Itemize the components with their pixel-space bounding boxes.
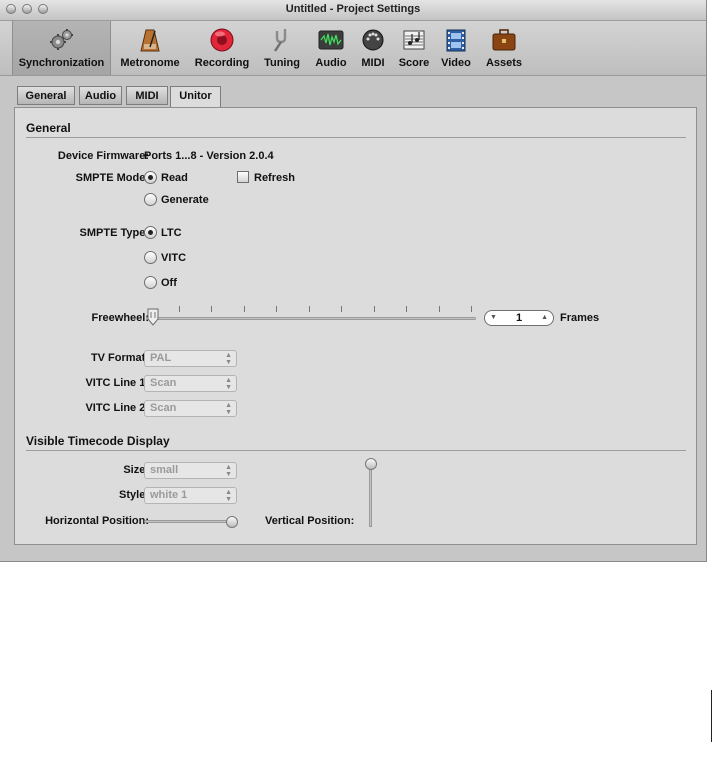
vitc-line1-label: VITC Line 1: xyxy=(85,377,149,389)
slider-tick xyxy=(244,306,245,312)
popup-arrows-icon: ▲ ▼ xyxy=(225,352,232,366)
smpte-type-vitc-label: VITC xyxy=(161,252,187,264)
stepper-value: 1 xyxy=(515,312,523,324)
tv-format-popup[interactable]: PAL ▲ ▼ xyxy=(144,350,237,367)
vitc-line1-popup[interactable]: Scan ▲ ▼ xyxy=(144,375,237,392)
gears-icon xyxy=(49,29,73,50)
smpte-mode-generate-label: Generate xyxy=(161,194,209,206)
vitc-line2-popup[interactable]: Scan ▲ ▼ xyxy=(144,400,237,417)
score-icon xyxy=(403,30,425,50)
slider-tick xyxy=(439,306,440,312)
toolbar-metronome[interactable]: Metronome xyxy=(114,21,186,75)
window-title: Untitled - Project Settings xyxy=(285,3,421,15)
size-value: small xyxy=(150,464,179,476)
freewheel-slider-track[interactable] xyxy=(146,317,476,320)
vertical-position-label: Vertical Position: xyxy=(265,515,355,527)
smpte-type-vitc-radio[interactable] xyxy=(144,251,157,264)
style-value: white 1 xyxy=(150,489,188,501)
slider-tick xyxy=(309,306,310,312)
toolbar-label: Assets xyxy=(485,57,523,69)
toolbar-assets[interactable]: Assets xyxy=(481,21,527,75)
popup-arrows-icon: ▲ ▼ xyxy=(225,464,232,478)
tab-unitor[interactable]: Unitor xyxy=(170,86,221,108)
toolbar-tuning[interactable]: Tuning xyxy=(258,21,306,75)
page-margin-rule xyxy=(711,690,712,742)
slider-tick xyxy=(341,306,342,312)
frames-unit-label: Frames xyxy=(560,312,600,324)
popup-arrows-icon: ▲ ▼ xyxy=(225,489,232,503)
toolbar-synchronization[interactable]: Synchronization xyxy=(12,21,111,75)
toolbar-label: Synchronization xyxy=(18,57,105,69)
slider-tick xyxy=(211,306,212,312)
firmware-value: Ports 1...8 - Version 2.0.4 xyxy=(144,150,274,162)
refresh-label: Refresh xyxy=(254,172,295,184)
firmware-label: Device Firmware: xyxy=(57,150,149,162)
slider-tick xyxy=(374,306,375,312)
slider-tick xyxy=(179,306,180,312)
smpte-mode-generate-radio[interactable] xyxy=(144,193,157,206)
vertical-position-thumb[interactable] xyxy=(365,458,377,470)
audio-waveform-icon xyxy=(318,30,344,50)
smpte-mode-read-radio[interactable] xyxy=(144,171,157,184)
toolbar: Synchronization Metronome Recording Tuni… xyxy=(0,21,706,76)
toolbar-label: Score xyxy=(398,57,430,69)
horizontal-position-thumb[interactable] xyxy=(226,516,238,528)
horizontal-position-label: Horizontal Position: xyxy=(45,515,149,527)
smpte-type-off-radio[interactable] xyxy=(144,276,157,289)
smpte-type-ltc-radio[interactable] xyxy=(144,226,157,239)
toolbar-label: Audio xyxy=(315,57,347,69)
smpte-type-off-label: Off xyxy=(161,277,177,289)
general-heading: General xyxy=(26,121,71,135)
slider-tick xyxy=(406,306,407,312)
smpte-mode-label: SMPTE Mode: xyxy=(75,172,149,184)
slider-tick xyxy=(276,306,277,312)
tv-format-label: TV Format: xyxy=(90,352,149,364)
toolbar-label: Recording xyxy=(194,57,250,69)
freewheel-slider-thumb[interactable] xyxy=(146,308,160,326)
horizontal-position-slider[interactable] xyxy=(144,520,236,523)
toolbar-video[interactable]: Video xyxy=(437,21,475,75)
vitc-line1-value: Scan xyxy=(150,377,177,389)
toolbar-label: Video xyxy=(441,57,471,69)
freewheel-label: Freewheel: xyxy=(91,312,149,324)
record-icon xyxy=(210,28,234,52)
midi-connector-icon xyxy=(362,29,384,51)
toolbar-midi[interactable]: MIDI xyxy=(356,21,390,75)
freewheel-frames-stepper[interactable]: ▼ 1 ▲ xyxy=(484,310,554,326)
title-bar[interactable]: Untitled - Project Settings xyxy=(0,0,706,21)
refresh-checkbox[interactable] xyxy=(237,171,249,183)
timecode-heading: Visible Timecode Display xyxy=(26,434,170,448)
general-divider xyxy=(26,137,686,138)
smpte-mode-read-label: Read xyxy=(161,172,188,184)
project-settings-window: Untitled - Project Settings Synchronizat… xyxy=(0,0,706,561)
metronome-icon xyxy=(140,29,160,52)
style-popup[interactable]: white 1 ▲ ▼ xyxy=(144,487,237,504)
smpte-type-label: SMPTE Type: xyxy=(79,227,149,239)
tuning-fork-icon xyxy=(274,29,287,52)
vitc-line2-value: Scan xyxy=(150,402,177,414)
toolbar-audio[interactable]: Audio xyxy=(310,21,352,75)
toolbar-score[interactable]: Score xyxy=(394,21,434,75)
timecode-divider xyxy=(26,450,686,451)
size-popup[interactable]: small ▲ ▼ xyxy=(144,462,237,479)
smpte-type-ltc-label: LTC xyxy=(161,227,182,239)
toolbar-label: Metronome xyxy=(120,57,180,69)
tab-midi[interactable]: MIDI xyxy=(126,86,168,105)
tab-audio[interactable]: Audio xyxy=(79,86,122,105)
toolbar-recording[interactable]: Recording xyxy=(190,21,254,75)
tv-format-value: PAL xyxy=(150,352,172,364)
stepper-down-arrow-icon[interactable]: ▼ xyxy=(490,311,497,325)
vertical-position-slider[interactable] xyxy=(369,464,372,527)
tab-general[interactable]: General xyxy=(17,86,75,105)
slider-tick xyxy=(471,306,472,312)
briefcase-icon xyxy=(492,29,516,51)
stepper-up-arrow-icon[interactable]: ▲ xyxy=(541,311,548,325)
vitc-line2-label: VITC Line 2: xyxy=(85,402,149,414)
popup-arrows-icon: ▲ ▼ xyxy=(225,402,232,416)
film-icon xyxy=(446,29,466,52)
toolbar-label: Tuning xyxy=(264,57,300,69)
popup-arrows-icon: ▲ ▼ xyxy=(225,377,232,391)
unitor-panel: General Device Firmware: Ports 1...8 - V… xyxy=(14,107,697,545)
toolbar-label: MIDI xyxy=(361,57,385,69)
